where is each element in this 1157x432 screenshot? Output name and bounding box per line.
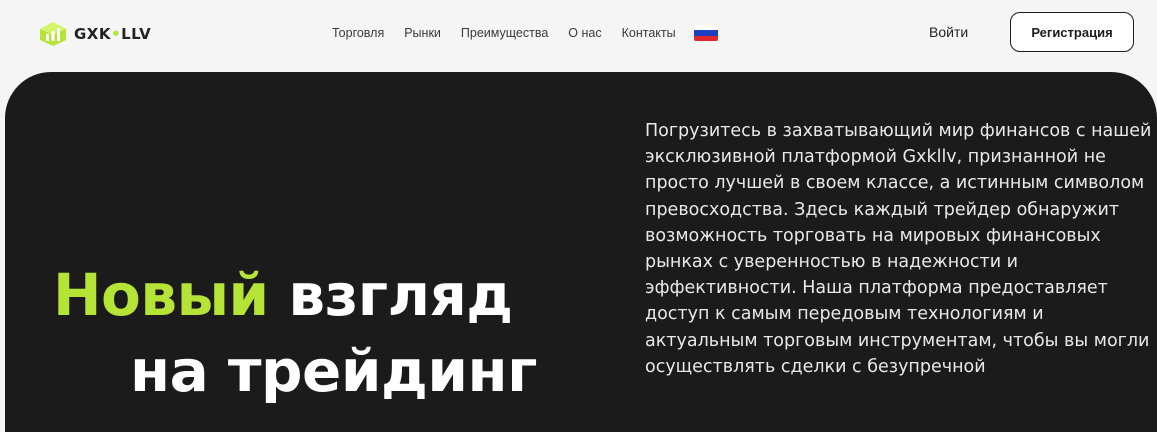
nav-item-advantages[interactable]: Преимущества (461, 26, 548, 40)
main-nav: Торговля Рынки Преимущества О нас Контак… (332, 23, 718, 43)
headline-line2: на трейдинг (130, 337, 537, 405)
nav-item-markets[interactable]: Рынки (404, 26, 441, 40)
site-header: GXK•LLV Торговля Рынки Преимущества О на… (0, 0, 1157, 72)
headline-accent: Новый (53, 261, 269, 329)
hero-description: Погрузитесь в захватывающий мир финансов… (645, 121, 1152, 377)
register-button[interactable]: Регистрация (1010, 12, 1134, 52)
nav-item-about[interactable]: О нас (568, 26, 601, 40)
logo-text: GXK•LLV (74, 25, 152, 43)
flag-ru-icon[interactable] (693, 25, 718, 41)
nav-item-trading[interactable]: Торговля (332, 26, 384, 40)
hero-section: Новый взгляд на трейдинг Погрузитесь в з… (5, 72, 1157, 432)
nav-item-contacts[interactable]: Контакты (622, 26, 676, 40)
login-link[interactable]: Войти (929, 24, 968, 40)
headline-rest: взгляд (268, 261, 513, 329)
logo[interactable]: GXK•LLV (38, 20, 151, 48)
logo-icon (40, 22, 66, 46)
hero-headline: Новый взгляд на трейдинг (53, 257, 633, 409)
